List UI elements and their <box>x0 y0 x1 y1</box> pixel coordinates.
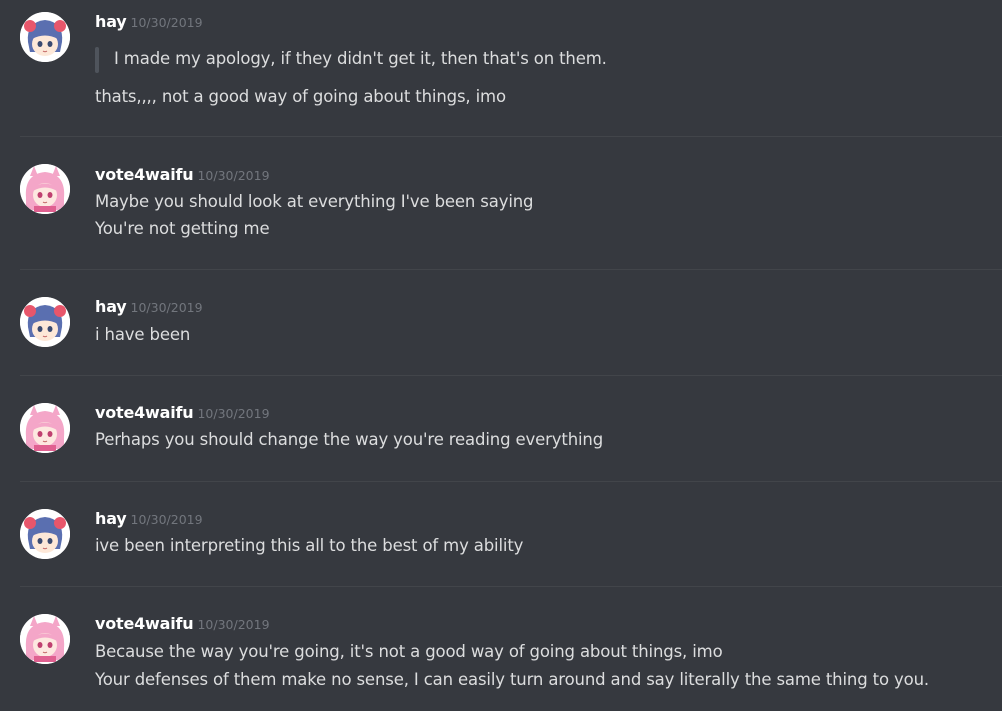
username[interactable]: hay <box>95 12 127 31</box>
hay-avatar-icon[interactable] <box>20 509 70 559</box>
hay-avatar-icon[interactable] <box>20 12 70 62</box>
message-divider <box>20 375 1002 376</box>
message-header: vote4waifu 10/30/2019 <box>95 614 270 638</box>
message-divider <box>20 136 1002 137</box>
timestamp[interactable]: 10/30/2019 <box>131 512 203 527</box>
timestamp[interactable]: 10/30/2019 <box>197 406 269 421</box>
timestamp[interactable]: 10/30/2019 <box>197 168 269 183</box>
username[interactable]: hay <box>95 509 127 528</box>
username[interactable]: vote4waifu <box>95 165 194 184</box>
username[interactable]: vote4waifu <box>95 403 194 422</box>
message-text: You're not getting me <box>95 219 270 238</box>
message-text: ive been interpreting this all to the be… <box>95 536 524 555</box>
message-header: hay 10/30/2019 <box>95 509 203 533</box>
hay-avatar-icon[interactable] <box>20 297 70 347</box>
timestamp[interactable]: 10/30/2019 <box>131 15 203 30</box>
vote4waifu-avatar-icon[interactable] <box>20 614 70 664</box>
message-text: i have been <box>95 325 191 344</box>
vote4waifu-avatar-icon[interactable] <box>20 403 70 453</box>
quote-text: I made my apology, if they didn't get it… <box>114 49 607 68</box>
message-text: thats,,,, not a good way of going about … <box>95 87 506 106</box>
timestamp[interactable]: 10/30/2019 <box>131 300 203 315</box>
message-header: vote4waifu 10/30/2019 <box>95 403 270 427</box>
message-header: hay 10/30/2019 <box>95 12 203 36</box>
quote-bar <box>95 47 99 73</box>
vote4waifu-avatar-icon[interactable] <box>20 164 70 214</box>
message-text: Maybe you should look at everything I've… <box>95 192 534 211</box>
message-divider <box>20 586 1002 587</box>
message-divider <box>20 481 1002 482</box>
username[interactable]: hay <box>95 297 127 316</box>
message-divider <box>20 269 1002 270</box>
message-text: Your defenses of them make no sense, I c… <box>95 670 929 689</box>
message-header: vote4waifu 10/30/2019 <box>95 165 270 189</box>
message-header: hay 10/30/2019 <box>95 297 203 321</box>
message-text: Because the way you're going, it's not a… <box>95 642 723 661</box>
username[interactable]: vote4waifu <box>95 614 194 633</box>
chat-messages: hay 10/30/2019 I made my apology, if they… <box>0 0 1002 711</box>
timestamp[interactable]: 10/30/2019 <box>197 617 269 632</box>
message-text: Perhaps you should change the way you're… <box>95 430 604 449</box>
